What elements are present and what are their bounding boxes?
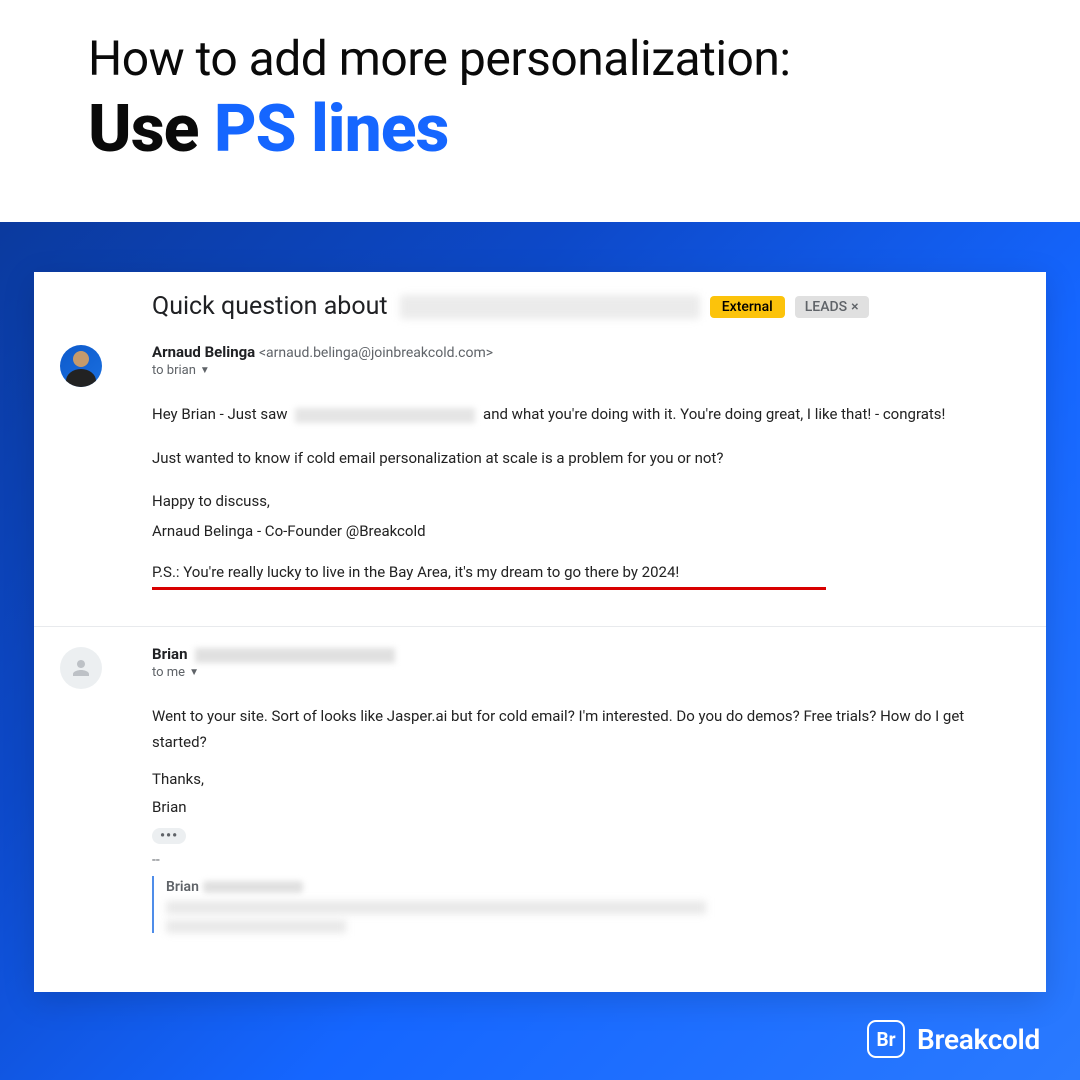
avatar bbox=[60, 345, 102, 387]
title-accent: PS lines bbox=[214, 91, 449, 168]
message-divider bbox=[34, 626, 1046, 627]
p1b: and what you're doing with it. You're do… bbox=[483, 405, 945, 423]
sender-line: Brian bbox=[152, 645, 1018, 663]
chevron-down-icon[interactable]: ▼ bbox=[189, 667, 199, 678]
reply-paragraph-1: Went to your site. Sort of looks like Ja… bbox=[152, 704, 1018, 755]
show-trimmed-content-button[interactable]: ••• bbox=[152, 828, 186, 844]
email-paragraph-2: Just wanted to know if cold email person… bbox=[152, 446, 1018, 472]
to-text: to me bbox=[152, 665, 185, 680]
email-signoff: Happy to discuss, bbox=[152, 489, 1018, 515]
signature-separator: -- bbox=[152, 852, 1018, 868]
brand-logo-icon: Br bbox=[867, 1020, 905, 1058]
sender-email: <arnaud.belinga@joinbreakcold.com> bbox=[259, 345, 493, 361]
ps-line: P.S.: You're really lucky to live in the… bbox=[152, 563, 679, 585]
to-text: to brian bbox=[152, 363, 196, 378]
quoted-reply-block: Brian bbox=[152, 876, 1018, 933]
subject-text-prefix: Quick question about bbox=[152, 292, 388, 321]
sender-name: Brian bbox=[152, 645, 187, 663]
email-subject-row: Quick question about External LEADS × bbox=[34, 292, 1046, 321]
header-section: How to add more personalization: Use PS … bbox=[0, 0, 1080, 188]
quote-sender: Brian bbox=[166, 876, 1018, 895]
recipient-line[interactable]: to me ▼ bbox=[152, 665, 1018, 680]
title-main: Use PS lines bbox=[88, 91, 992, 168]
brand-footer: Br Breakcold bbox=[867, 1020, 1040, 1058]
person-icon bbox=[69, 656, 93, 680]
email-subject: Quick question about bbox=[152, 292, 700, 321]
ps-underline-highlight bbox=[152, 587, 826, 590]
redacted-quote-line bbox=[166, 920, 346, 933]
redacted-sender-lastname bbox=[195, 648, 395, 663]
leads-label-text: LEADS bbox=[805, 299, 847, 315]
quote-name: Brian bbox=[166, 879, 199, 895]
email-paragraph-1: Hey Brian - Just saw and what you're doi… bbox=[152, 402, 1018, 428]
redacted-subject bbox=[400, 295, 700, 319]
reply-signoff: Thanks, bbox=[152, 767, 1018, 793]
title-use: Use bbox=[88, 91, 214, 168]
avatar bbox=[60, 647, 102, 689]
redacted-inline bbox=[295, 408, 475, 423]
brand-name: Breakcold bbox=[917, 1023, 1040, 1056]
email-message-2: Brian to me ▼ Went to your site. Sort of… bbox=[34, 645, 1046, 957]
email-screenshot-card: Quick question about External LEADS × Ar… bbox=[34, 272, 1046, 992]
close-icon[interactable]: × bbox=[851, 299, 858, 315]
p1a: Hey Brian - Just saw bbox=[152, 405, 288, 423]
title-subheading: How to add more personalization: bbox=[88, 30, 992, 87]
external-badge: External bbox=[710, 296, 785, 318]
gradient-background: Quick question about External LEADS × Ar… bbox=[0, 222, 1080, 1080]
redacted-quote-name bbox=[203, 881, 303, 893]
leads-label-chip[interactable]: LEADS × bbox=[795, 296, 869, 318]
sender-name: Arnaud Belinga bbox=[152, 343, 255, 361]
recipient-line[interactable]: to brian ▼ bbox=[152, 363, 1018, 378]
sender-line: Arnaud Belinga <arnaud.belinga@joinbreak… bbox=[152, 343, 1018, 361]
redacted-quote-line bbox=[166, 901, 706, 914]
email-message-1: Arnaud Belinga <arnaud.belinga@joinbreak… bbox=[34, 343, 1046, 608]
chevron-down-icon[interactable]: ▼ bbox=[200, 365, 210, 376]
email-signature: Arnaud Belinga - Co-Founder @Breakcold bbox=[152, 519, 1018, 545]
reply-name: Brian bbox=[152, 795, 1018, 821]
